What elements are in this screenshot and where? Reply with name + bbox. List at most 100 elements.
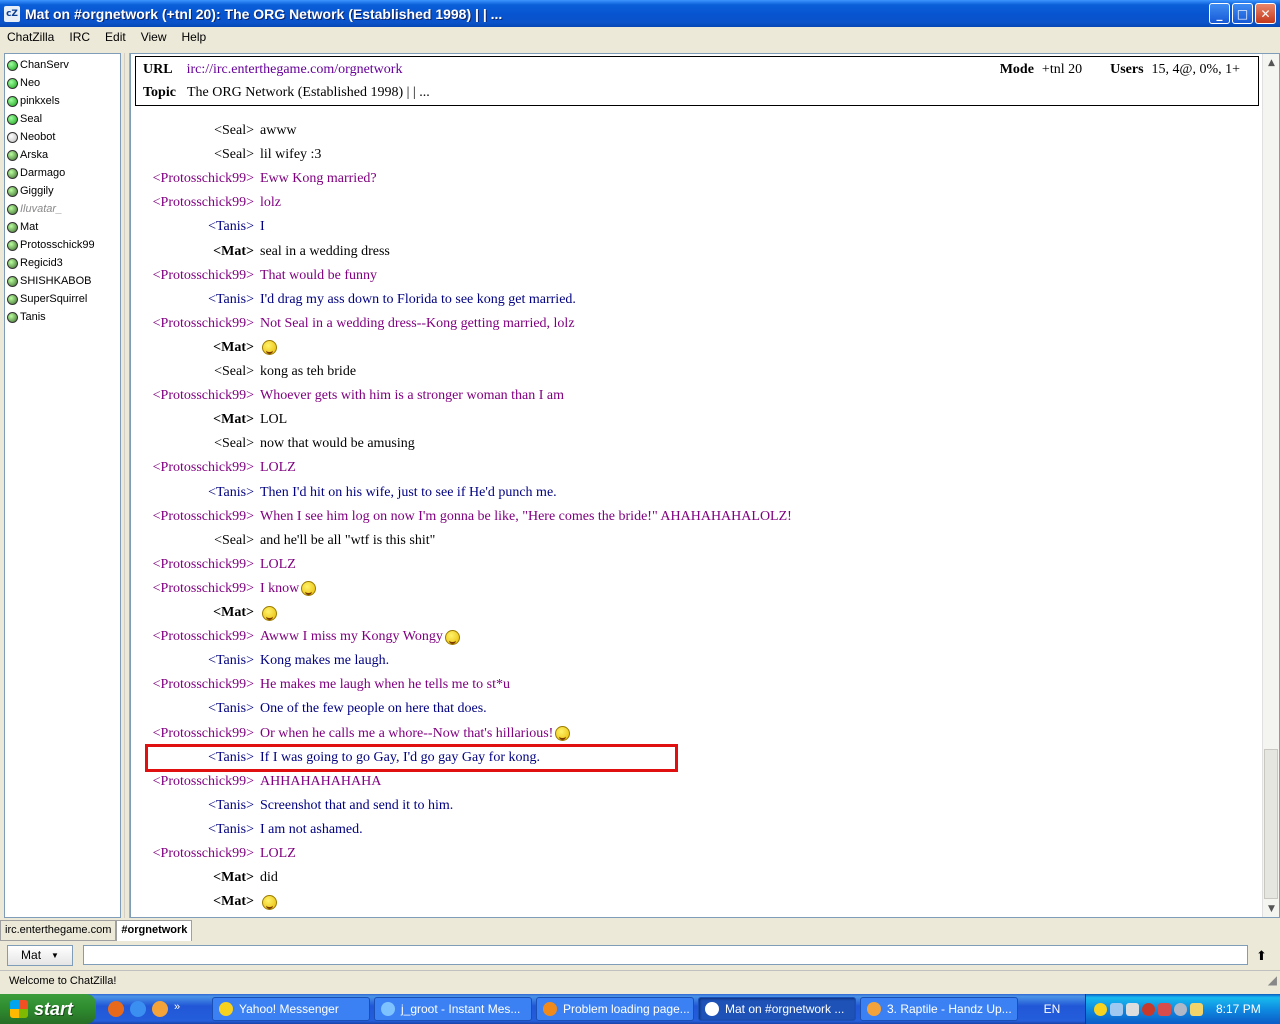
user-list-item[interactable]: Seal: [5, 110, 120, 128]
user-list-item[interactable]: Iluvatar_: [5, 200, 120, 218]
message-nick[interactable]: <Tanis>: [131, 701, 258, 717]
user-list-item[interactable]: SuperSquirrel: [5, 290, 120, 308]
folder-tray-icon[interactable]: [1190, 1002, 1203, 1016]
user-list[interactable]: ChanServ Neo pinkxels Seal Neobot Arska Darmag…: [4, 53, 121, 918]
internet-explorer-icon[interactable]: [130, 1001, 146, 1017]
security-tray-icon[interactable]: [1142, 1002, 1155, 1016]
menu-help[interactable]: Help: [175, 30, 215, 44]
message-nick[interactable]: <Protosschick99>: [131, 460, 258, 476]
message-body: He makes me laugh when he tells me to st…: [260, 677, 510, 693]
message-nick[interactable]: <Seal>: [131, 436, 258, 452]
message-nick[interactable]: <Mat>: [131, 870, 258, 886]
close-button[interactable]: ✕: [1255, 3, 1276, 24]
message-nick[interactable]: <Seal>: [131, 123, 258, 139]
scroll-down-arrow-icon[interactable]: ▼: [1263, 900, 1279, 917]
user-status-icon: [7, 167, 18, 179]
user-list-item[interactable]: Giggily: [5, 182, 120, 200]
message-nick[interactable]: <Protosschick99>: [131, 509, 258, 525]
yahoo-tray-icon[interactable]: [1094, 1002, 1107, 1016]
language-indicator[interactable]: EN: [1032, 1002, 1072, 1016]
message-nick[interactable]: <Mat>: [131, 605, 258, 621]
nickname-button[interactable]: Mat ▼: [7, 944, 73, 966]
user-list-item[interactable]: Tanis: [5, 308, 120, 326]
message-nick-text: <Mat>: [213, 243, 254, 259]
channel-header: URL irc://irc.enterthegame.com/orgnetwor…: [135, 56, 1259, 106]
chat-message: <Mat>: [131, 336, 1251, 360]
message-nick[interactable]: <Tanis>: [131, 292, 258, 308]
message-text: Then I'd hit on his wife, just to see if…: [260, 484, 557, 500]
menu-edit[interactable]: Edit: [98, 30, 134, 44]
user-list-item[interactable]: Arska: [5, 146, 120, 164]
message-nick[interactable]: <Tanis>: [131, 750, 258, 766]
message-nick[interactable]: <Protosschick99>: [131, 268, 258, 284]
message-nick[interactable]: <Protosschick99>: [131, 388, 258, 404]
user-list-item[interactable]: Protosschick99: [5, 236, 120, 254]
message-nick[interactable]: <Protosschick99>: [131, 677, 258, 693]
message-nick[interactable]: <Mat>: [131, 412, 258, 428]
message-nick[interactable]: <Seal>: [131, 533, 258, 549]
scrollbar-thumb[interactable]: [1264, 749, 1278, 899]
message-nick[interactable]: <Protosschick99>: [131, 774, 258, 790]
tab-server[interactable]: irc.enterthegame.com: [0, 920, 117, 941]
task-label: 3. Raptile - Handz Up...: [887, 1002, 1012, 1016]
message-nick[interactable]: <Protosschick99>: [131, 581, 258, 597]
user-list-item[interactable]: Neobot: [5, 128, 120, 146]
taskbar-task[interactable]: Mat on #orgnetwork ...: [698, 997, 856, 1021]
menu-irc[interactable]: IRC: [62, 30, 98, 44]
taskbar-task[interactable]: 3. Raptile - Handz Up...: [860, 997, 1018, 1021]
message-nick[interactable]: <Mat>: [131, 244, 258, 260]
message-nick[interactable]: <Tanis>: [131, 798, 258, 814]
message-nick[interactable]: <Tanis>: [131, 485, 258, 501]
message-nick[interactable]: <Mat>: [131, 894, 258, 910]
message-text: now that would be amusing: [260, 436, 415, 452]
message-nick[interactable]: <Protosschick99>: [131, 846, 258, 862]
shield-tray-icon[interactable]: [1158, 1002, 1171, 1016]
maximize-button[interactable]: □: [1232, 3, 1253, 24]
menu-chatzilla[interactable]: ChatZilla: [0, 30, 62, 44]
menu-view[interactable]: View: [134, 30, 175, 44]
network-tray-icon[interactable]: [1110, 1002, 1123, 1016]
user-list-item[interactable]: pinkxels: [5, 92, 120, 110]
message-nick[interactable]: <Tanis>: [131, 822, 258, 838]
taskbar-task[interactable]: Yahoo! Messenger: [212, 997, 370, 1021]
user-list-item[interactable]: SHISHKABOB: [5, 272, 120, 290]
user-list-item[interactable]: Regicid3: [5, 254, 120, 272]
resize-grip-icon[interactable]: ◢: [1268, 973, 1277, 987]
winamp-icon[interactable]: [152, 1001, 168, 1017]
message-nick[interactable]: <Protosschick99>: [131, 726, 258, 742]
user-list-item[interactable]: Mat: [5, 218, 120, 236]
volume-tray-icon[interactable]: [1126, 1002, 1139, 1016]
message-body: That would be funny: [260, 268, 377, 284]
message-input[interactable]: [83, 945, 1248, 965]
user-list-item[interactable]: Neo: [5, 74, 120, 92]
start-button[interactable]: start: [0, 994, 96, 1024]
message-nick[interactable]: <Mat>: [131, 340, 258, 356]
message-nick[interactable]: <Protosschick99>: [131, 629, 258, 645]
minimize-button[interactable]: _: [1209, 3, 1230, 24]
help-tray-icon[interactable]: [1174, 1002, 1187, 1016]
scroll-up-arrow-icon[interactable]: ▲: [1263, 54, 1279, 71]
message-nick[interactable]: <Protosschick99>: [131, 171, 258, 187]
taskbar-task[interactable]: j_groot - Instant Mes...: [374, 997, 532, 1021]
tab-orgnetwork[interactable]: #orgnetwork: [116, 920, 193, 941]
message-nick[interactable]: <Seal>: [131, 147, 258, 163]
message-nick[interactable]: <Protosschick99>: [131, 316, 258, 332]
message-nick[interactable]: <Tanis>: [131, 653, 258, 669]
message-nick[interactable]: <Seal>: [131, 364, 258, 380]
message-text: He makes me laugh when he tells me to st…: [260, 677, 510, 693]
message-nick[interactable]: <Tanis>: [131, 219, 258, 235]
message-nick[interactable]: <Protosschick99>: [131, 195, 258, 211]
message-nick[interactable]: <Protosschick99>: [131, 557, 258, 573]
taskbar-task[interactable]: Problem loading page...: [536, 997, 694, 1021]
message-text: LOLZ: [260, 556, 296, 572]
user-list-item[interactable]: Darmago: [5, 164, 120, 182]
user-list-item[interactable]: ChanServ: [5, 56, 120, 74]
message-body: LOLZ: [260, 846, 296, 862]
user-status-icon: [7, 77, 18, 89]
firefox-icon[interactable]: [108, 1001, 124, 1017]
overflow-chevron-icon[interactable]: »: [174, 1001, 180, 1017]
channel-url-link[interactable]: irc://irc.enterthegame.com/orgnetwork: [187, 62, 403, 78]
multiline-toggle-icon[interactable]: ⬆: [1256, 948, 1270, 963]
chat-scrollbar[interactable]: ▲ ▼: [1262, 54, 1279, 917]
window-title: Mat on #orgnetwork (+tnl 20): The ORG Ne…: [25, 5, 503, 22]
